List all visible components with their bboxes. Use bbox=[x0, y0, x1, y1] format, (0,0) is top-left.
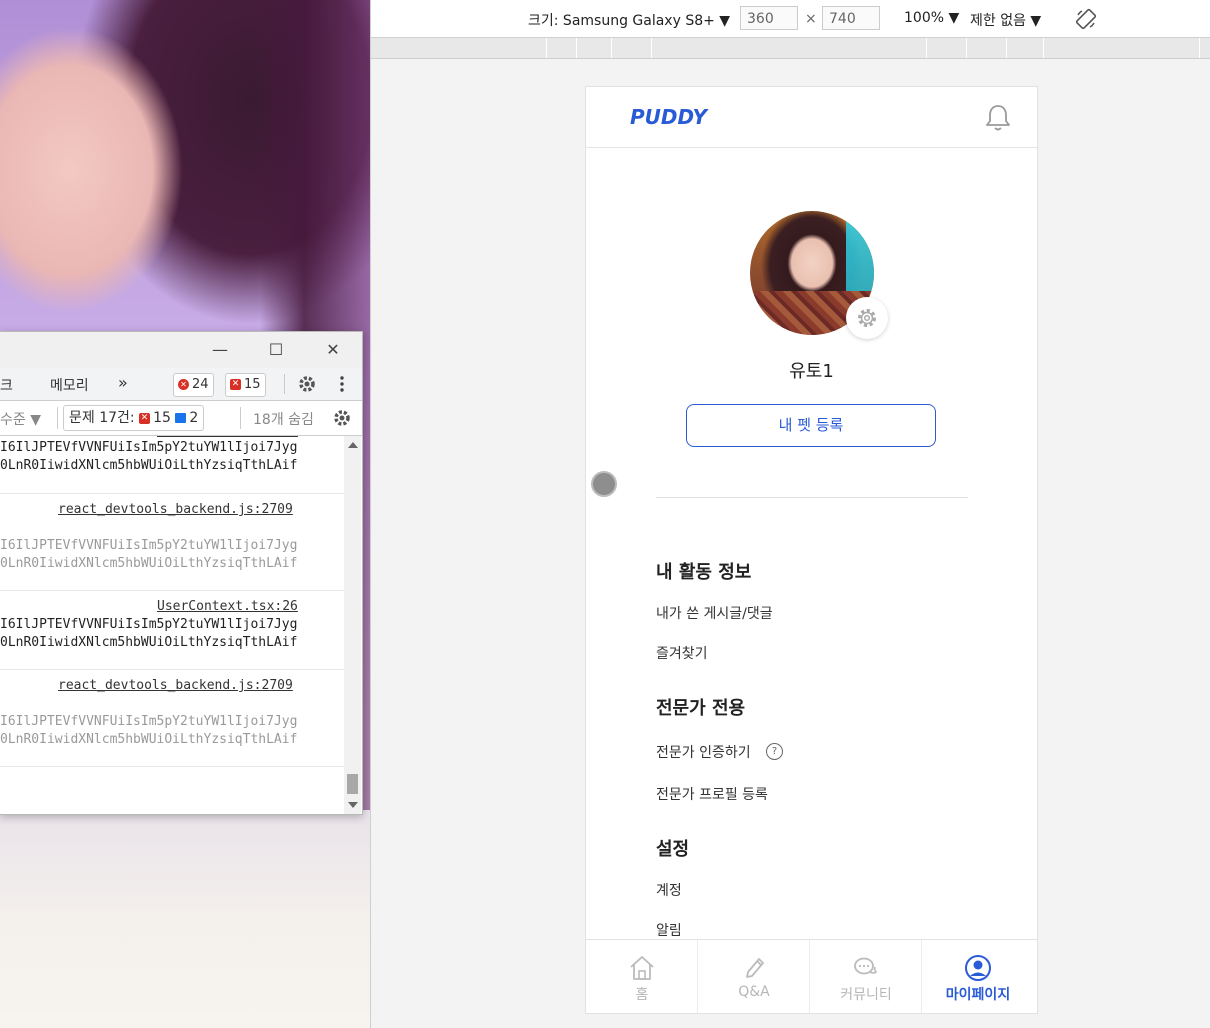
issues-label: 문제 17건: bbox=[69, 410, 135, 426]
issues-message-count: 2 bbox=[189, 410, 199, 426]
scrollbar-thumb[interactable] bbox=[347, 774, 358, 794]
window-divider bbox=[370, 0, 371, 1028]
nav-community-label: 커뮤니티 bbox=[840, 987, 892, 1003]
more-tabs-button[interactable]: » bbox=[118, 373, 128, 392]
log-line: I6IlJPTEVfVVNFUiIsIm5pY2tuYW1lIjoi7Jyg bbox=[0, 714, 298, 729]
console-settings-gear-icon[interactable] bbox=[332, 408, 352, 428]
tab-network[interactable]: 크 bbox=[0, 375, 13, 395]
error-square-icon: ✕ bbox=[230, 379, 241, 390]
home-icon bbox=[630, 956, 654, 980]
dimension-separator: × bbox=[805, 11, 817, 27]
nav-community[interactable]: 커뮤니티 bbox=[810, 940, 922, 1013]
log-line: 0LnR0IiwidXNlcm5hbWUiOiLthYzsiqTthLAif bbox=[0, 556, 298, 571]
log-line: I6IlJPTEVfVVNFUiIsIm5pY2tuYW1lIjoi7Jyg bbox=[0, 538, 298, 553]
console-log: UserContext.tsx:26 I6IlJPTEVfVVNFUiIsIm5… bbox=[0, 436, 344, 814]
username: 유토1 bbox=[789, 361, 834, 382]
nav-home-label: 홈 bbox=[635, 987, 649, 1003]
devtools-titlebar: — ☐ ✕ bbox=[0, 332, 362, 368]
filter-separator bbox=[57, 407, 58, 429]
minimize-button[interactable]: — bbox=[208, 338, 232, 362]
log-line: 0LnR0IiwidXNlcm5hbWUiOiLthYzsiqTthLAif bbox=[0, 732, 298, 747]
warning-count-badge[interactable]: ✕ 15 bbox=[225, 373, 266, 397]
device-toolbar: 크기: Samsung Galaxy S8+ ▼ 360 × 740 100% … bbox=[371, 0, 1210, 38]
menu-expert-profile[interactable]: 전문가 프로필 등록 bbox=[656, 784, 768, 804]
media-query-ruler[interactable] bbox=[371, 38, 1210, 59]
toolbar-separator bbox=[284, 374, 285, 394]
viewport-height-input[interactable]: 740 bbox=[822, 6, 880, 30]
tab-memory[interactable]: 메모리 bbox=[50, 375, 89, 395]
help-question-icon[interactable]: ? bbox=[766, 743, 783, 760]
log-separator bbox=[0, 590, 344, 591]
app-header: PUDDY bbox=[586, 87, 1037, 148]
maximize-button[interactable]: ☐ bbox=[264, 338, 288, 362]
menu-expert-verification[interactable]: 전문가 인증하기 bbox=[656, 742, 751, 762]
close-button[interactable]: ✕ bbox=[321, 338, 345, 362]
section-title-expert: 전문가 전용 bbox=[656, 698, 746, 719]
mobile-app-viewport: PUDDY 유토1 내 펫 등록 내 활동 정보 내가 쓴 게시글/댓글 즐겨찾… bbox=[585, 86, 1038, 1014]
section-title-activity: 내 활동 정보 bbox=[656, 562, 752, 583]
scroll-up-arrow-icon[interactable] bbox=[348, 442, 358, 448]
menu-my-posts-comments[interactable]: 내가 쓴 게시글/댓글 bbox=[656, 603, 773, 623]
notification-bell-icon[interactable] bbox=[984, 103, 1012, 133]
issues-button[interactable]: 문제 17건: ✕ 15 2 bbox=[63, 405, 205, 431]
throttle-selector[interactable]: 제한 없음 ▼ bbox=[970, 10, 1041, 30]
log-source-link[interactable]: UserContext.tsx:26 bbox=[157, 599, 298, 614]
error-count-badge[interactable]: ✕ 24 bbox=[173, 373, 214, 397]
log-separator bbox=[0, 766, 344, 767]
puddy-logo[interactable]: PUDDY bbox=[630, 105, 707, 129]
devtools-window: — ☐ ✕ 크 메모리 » ✕ 24 ✕ 15 수준 ▼ 문제 17건: ✕ 15 2… bbox=[0, 331, 363, 815]
section-title-settings: 설정 bbox=[656, 839, 690, 860]
error-count: 24 bbox=[192, 377, 209, 392]
hidden-messages-count: 18개 숨김 bbox=[253, 412, 314, 428]
settings-gear-icon[interactable] bbox=[297, 374, 317, 394]
filter-separator-2 bbox=[240, 407, 241, 429]
bottom-navigation: 홈 Q&A 커뮤니티 마이페이지 bbox=[586, 939, 1037, 1013]
scroll-down-arrow-icon[interactable] bbox=[348, 802, 358, 808]
touch-cursor-indicator bbox=[591, 471, 617, 497]
nav-qna-label: Q&A bbox=[738, 984, 770, 1000]
log-separator bbox=[0, 669, 344, 670]
log-level-dropdown[interactable]: 수준 ▼ bbox=[0, 409, 41, 429]
avatar-background bbox=[846, 211, 874, 291]
error-icon: ✕ bbox=[178, 379, 189, 390]
menu-account[interactable]: 계정 bbox=[656, 880, 682, 900]
nav-mypage-label: 마이페이지 bbox=[945, 987, 1011, 1003]
wallpaper-lace bbox=[0, 810, 370, 1028]
log-source-link[interactable]: UserContext.tsx:26 bbox=[157, 436, 298, 439]
user-circle-icon bbox=[965, 955, 991, 981]
profile-settings-button[interactable] bbox=[846, 297, 888, 339]
pencil-icon bbox=[746, 958, 764, 978]
device-selector[interactable]: 크기: Samsung Galaxy S8+ ▼ bbox=[528, 10, 730, 30]
menu-bookmarks[interactable]: 즐겨찾기 bbox=[656, 643, 708, 663]
log-line: 0LnR0IiwidXNlcm5hbWUiOiLthYzsiqTthLAif bbox=[0, 635, 298, 650]
zoom-selector[interactable]: 100% ▼ bbox=[904, 10, 959, 26]
kebab-menu-icon[interactable] bbox=[336, 374, 348, 394]
register-pet-button[interactable]: 내 펫 등록 bbox=[686, 404, 936, 447]
log-line: UserContext.tsx:26 bbox=[0, 436, 298, 439]
log-source-link[interactable]: react_devtools_backend.js:2709 bbox=[58, 678, 293, 693]
chat-bubbles-icon bbox=[854, 957, 878, 975]
warning-count: 15 bbox=[244, 377, 261, 392]
nav-qna[interactable]: Q&A bbox=[698, 940, 810, 1013]
log-line: I6IlJPTEVfVVNFUiIsIm5pY2tuYW1lIjoi7Jyg bbox=[0, 617, 298, 632]
issues-error-count: 15 bbox=[153, 410, 171, 426]
log-line: I6IlJPTEVfVVNFUiIsIm5pY2tuYW1lIjoi7Jyg bbox=[0, 440, 298, 455]
log-line: 0LnR0IiwidXNlcm5hbWUiOiLthYzsiqTthLAif bbox=[0, 458, 298, 473]
nav-home[interactable]: 홈 bbox=[586, 940, 698, 1013]
console-scrollbar[interactable] bbox=[344, 436, 361, 814]
rotate-device-icon[interactable] bbox=[1075, 8, 1097, 30]
devtools-tabs: 크 메모리 » ✕ 24 ✕ 15 bbox=[0, 368, 362, 401]
nav-mypage[interactable]: 마이페이지 bbox=[922, 940, 1034, 1013]
issue-error-icon: ✕ bbox=[139, 412, 151, 424]
menu-notifications[interactable]: 알림 bbox=[656, 920, 682, 940]
log-source-link[interactable]: react_devtools_backend.js:2709 bbox=[58, 502, 293, 517]
issue-message-icon bbox=[175, 413, 187, 423]
gear-icon bbox=[858, 309, 876, 327]
log-separator bbox=[0, 493, 344, 494]
section-divider bbox=[656, 497, 968, 498]
viewport-width-input[interactable]: 360 bbox=[740, 6, 798, 30]
console-filter-bar: 수준 ▼ 문제 17건: ✕ 15 2 18개 숨김 bbox=[0, 401, 362, 436]
